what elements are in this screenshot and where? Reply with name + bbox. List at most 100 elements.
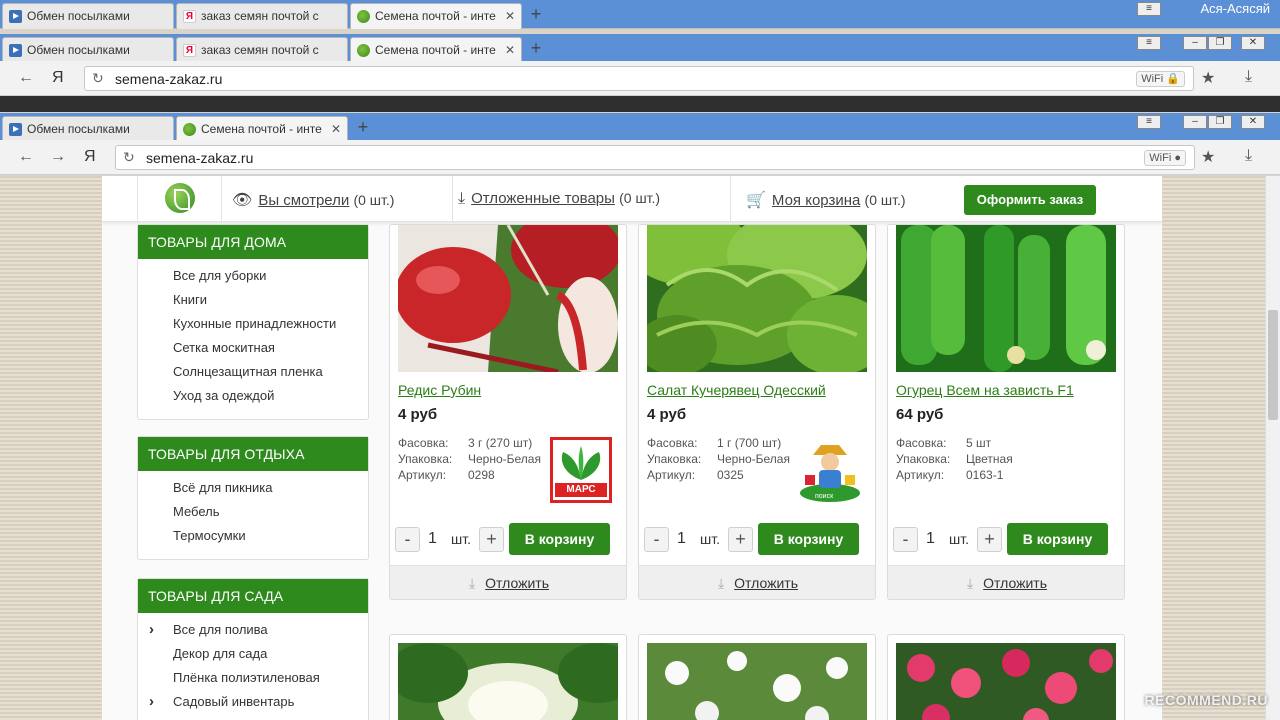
- download-icon[interactable]: ⤓: [1245, 147, 1252, 165]
- new-tab-button[interactable]: +: [525, 39, 547, 57]
- star-icon[interactable]: ★: [1201, 147, 1215, 167]
- defer-button[interactable]: ⤓ Отложить: [639, 565, 875, 599]
- defer-button[interactable]: ⤓ Отложить: [390, 565, 626, 599]
- download-icon[interactable]: ⤓: [1245, 68, 1252, 86]
- tray-icon: ⤓: [468, 575, 476, 591]
- scrollbar-thumb[interactable]: [1268, 310, 1278, 420]
- category-item[interactable]: Мебель: [138, 500, 368, 524]
- omnibox[interactable]: ↻ semena-zakaz.ru WiFi ●: [115, 145, 1195, 170]
- menu-icon[interactable]: ≡: [1137, 36, 1161, 50]
- close-tab-icon[interactable]: ✕: [505, 4, 515, 28]
- decrease-button[interactable]: -: [893, 527, 918, 552]
- product-price: 64 руб: [896, 406, 944, 423]
- quantity-value[interactable]: 1: [926, 530, 935, 548]
- back-arrow-icon[interactable]: ←: [18, 69, 34, 87]
- tab-seeds-shop-1[interactable]: Семена почтой - инте ✕: [350, 3, 522, 29]
- category-item[interactable]: Декор для сада: [138, 642, 368, 666]
- checkout-button[interactable]: Оформить заказ: [964, 185, 1096, 215]
- tray-icon: ⤓: [966, 575, 974, 591]
- close-window-icon[interactable]: ✕: [1241, 115, 1265, 129]
- increase-button[interactable]: +: [977, 527, 1002, 552]
- minimize-icon[interactable]: –: [1183, 36, 1207, 50]
- product-image-cucumber[interactable]: [896, 225, 1116, 372]
- category-item[interactable]: Уход за одеждой: [138, 384, 368, 408]
- user-name[interactable]: Ася-Асясяй: [1200, 0, 1270, 18]
- viewed-link[interactable]: 👁 Вы смотрели (0 шт.): [232, 190, 394, 210]
- defer-button[interactable]: ⤓ Отложить: [888, 565, 1124, 599]
- category-item[interactable]: Солнцезащитная пленка: [138, 360, 368, 384]
- forward-arrow-icon[interactable]: →: [50, 148, 66, 166]
- product-image-radish[interactable]: [398, 225, 618, 372]
- close-tab-icon[interactable]: ✕: [331, 117, 341, 141]
- product-card: Огурец Всем на зависть F1 64 руб Фасовка…: [887, 224, 1125, 600]
- omnibox[interactable]: ↻ semena-zakaz.ru WiFi 🔒: [84, 66, 1194, 91]
- category-item[interactable]: Книги: [138, 288, 368, 312]
- close-tab-icon[interactable]: ✕: [505, 38, 515, 62]
- product-name[interactable]: Редис Рубин: [398, 382, 481, 398]
- star-icon[interactable]: ★: [1201, 68, 1215, 88]
- site-logo[interactable]: [137, 176, 222, 222]
- increase-button[interactable]: +: [479, 527, 504, 552]
- tab-parcels-1[interactable]: Обмен посылками: [2, 3, 174, 29]
- video-icon: [9, 44, 22, 57]
- back-arrow-icon[interactable]: ←: [18, 148, 34, 166]
- add-to-cart-button[interactable]: В корзину: [509, 523, 610, 555]
- tab-seeds-shop-2[interactable]: Семена почтой - инте ✕: [350, 37, 522, 63]
- category-item[interactable]: Всё для пикника: [138, 476, 368, 500]
- category-item[interactable]: Сетка москитная: [138, 336, 368, 360]
- restore-icon[interactable]: ❐: [1208, 36, 1232, 50]
- product-name[interactable]: Огурец Всем на зависть F1: [896, 382, 1074, 398]
- new-tab-button[interactable]: +: [525, 5, 547, 23]
- decrease-button[interactable]: -: [644, 527, 669, 552]
- quantity-value[interactable]: 1: [677, 530, 686, 548]
- product-image-white-flowers[interactable]: [647, 643, 867, 720]
- yandex-button[interactable]: Я: [52, 69, 64, 87]
- wifi-badge[interactable]: WiFi 🔒: [1136, 71, 1185, 87]
- tab-seeds-shop-3[interactable]: Семена почтой - инте ✕: [176, 116, 348, 142]
- scrollbar[interactable]: [1265, 176, 1280, 720]
- category-item[interactable]: Все для уборки: [138, 264, 368, 288]
- add-to-cart-button[interactable]: В корзину: [1007, 523, 1108, 555]
- product-name[interactable]: Салат Кучерявец Одесский: [647, 382, 826, 398]
- close-window-icon[interactable]: ✕: [1241, 36, 1265, 50]
- increase-button[interactable]: +: [728, 527, 753, 552]
- reload-icon[interactable]: ↻: [92, 70, 104, 87]
- cart-icon: 🛒: [746, 192, 766, 209]
- quantity-unit: шт.: [700, 531, 720, 547]
- quantity-value[interactable]: 1: [428, 530, 437, 548]
- chevron-right-icon: ›: [149, 621, 154, 638]
- category-item[interactable]: › Садовый инвентарь: [138, 690, 368, 714]
- new-tab-button[interactable]: +: [352, 118, 374, 136]
- category-title: Товары для сада: [138, 579, 368, 613]
- leaf-logo-icon: [165, 183, 195, 213]
- product-card: Редис Рубин 4 руб Фасовка: 3 г (270 шт) У…: [389, 224, 627, 600]
- window-gap: [0, 96, 1280, 112]
- tab-parcels-3[interactable]: Обмен посылками: [2, 116, 174, 142]
- category-item[interactable]: Термосумки: [138, 524, 368, 548]
- add-to-cart-button[interactable]: В корзину: [758, 523, 859, 555]
- yandex-button[interactable]: Я: [84, 148, 96, 166]
- product-image-cabbage[interactable]: [398, 643, 618, 720]
- spec-package: Упаковка: Цветная: [896, 452, 1013, 466]
- cart-link[interactable]: 🛒 Моя корзина (0 шт.): [746, 190, 906, 210]
- category-item[interactable]: Кухонные принадлежности: [138, 312, 368, 336]
- url-text[interactable]: semena-zakaz.ru: [146, 150, 253, 166]
- menu-icon[interactable]: ≡: [1137, 2, 1161, 16]
- menu-icon[interactable]: ≡: [1137, 115, 1161, 129]
- product-image-lettuce[interactable]: [647, 225, 867, 372]
- deferred-link[interactable]: ⤓ Отложенные товары (0 шт.): [458, 190, 660, 208]
- minimize-icon[interactable]: –: [1183, 115, 1207, 129]
- wifi-badge[interactable]: WiFi ●: [1144, 150, 1186, 166]
- restore-icon[interactable]: ❐: [1208, 115, 1232, 129]
- category-item[interactable]: Плёнка полиэтиленовая: [138, 666, 368, 690]
- product-image-pink-flowers[interactable]: [896, 643, 1116, 720]
- site-content: 👁 Вы смотрели (0 шт.) ⤓ Отложенные товары …: [102, 176, 1162, 720]
- tab-parcels-2[interactable]: Обмен посылками: [2, 37, 174, 63]
- address-bar-3: ← → Я ↻ semena-zakaz.ru WiFi ● ★ ⤓: [0, 140, 1280, 175]
- url-text[interactable]: semena-zakaz.ru: [115, 71, 222, 87]
- decrease-button[interactable]: -: [395, 527, 420, 552]
- reload-icon[interactable]: ↻: [123, 149, 135, 166]
- category-item[interactable]: › Все для полива: [138, 618, 368, 642]
- tab-seed-search-1[interactable]: Язаказ семян почтой с: [176, 3, 348, 29]
- tab-seed-search-2[interactable]: Язаказ семян почтой с: [176, 37, 348, 63]
